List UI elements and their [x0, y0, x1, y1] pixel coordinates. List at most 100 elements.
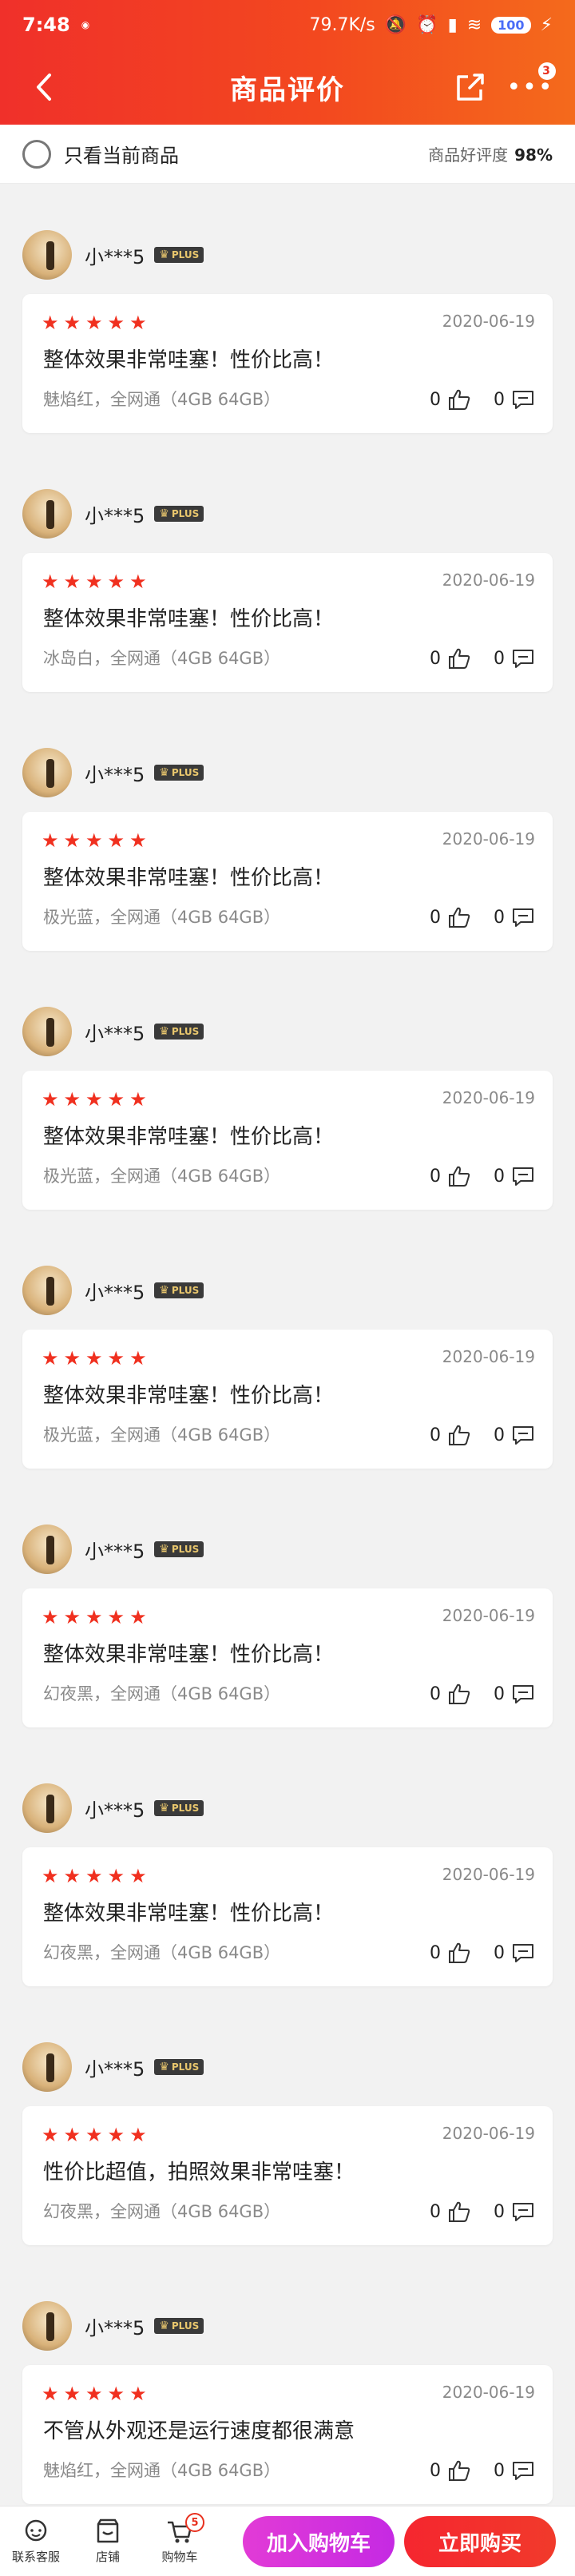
current-product-label[interactable]: 只看当前商品	[64, 140, 179, 168]
review-user: 小***5 ♛ PLUS	[22, 489, 204, 539]
review-content: 整体效果非常哇塞！性价比高！	[43, 1643, 335, 1667]
avatar[interactable]	[22, 230, 72, 280]
comment-button[interactable]: 0	[494, 2200, 535, 2223]
review-user: 小***5 ♛ PLUS	[22, 1783, 204, 1833]
star-icon: ★	[107, 2124, 125, 2146]
star-icon: ★	[129, 1865, 147, 1887]
crown-icon: ♛	[159, 248, 169, 261]
back-button[interactable]	[24, 67, 64, 107]
like-button[interactable]: 0	[430, 2459, 471, 2482]
avatar[interactable]	[22, 2301, 72, 2351]
review-card[interactable]: ★ ★ ★ ★ ★ 2020-06-19 整体效果非常哇塞！性价比高！ 魅焰红，全网通（…	[22, 294, 553, 433]
battery-icon: 100	[491, 16, 531, 34]
avatar[interactable]	[22, 1525, 72, 1574]
star-icon: ★	[63, 2124, 81, 2146]
review-actions: 0 0	[430, 1165, 535, 1187]
bottom-bar: 联系客服 店铺 购物车 5 加入购物车 立即购买	[0, 2506, 575, 2576]
like-count: 0	[430, 389, 441, 410]
username: 小***5	[85, 504, 145, 527]
star-icon: ★	[63, 1865, 81, 1887]
comment-button[interactable]: 0	[494, 647, 535, 670]
like-button[interactable]: 0	[430, 906, 471, 928]
star-icon: ★	[107, 829, 125, 852]
comment-icon	[513, 1944, 533, 1962]
thumbs-up-icon	[449, 2201, 470, 2222]
customer-service-button[interactable]: 联系客服	[0, 2518, 72, 2565]
star-icon: ★	[63, 1088, 81, 1111]
star-icon: ★	[107, 1088, 125, 1111]
comment-icon	[513, 2203, 533, 2221]
star-rating: ★ ★ ★ ★ ★	[42, 1608, 147, 1627]
comment-button[interactable]: 0	[494, 1683, 535, 1705]
star-icon: ★	[63, 1606, 81, 1628]
page-title: 商品评价	[230, 74, 345, 106]
avatar[interactable]	[22, 1266, 72, 1315]
plus-label: PLUS	[171, 1803, 200, 1814]
star-rating: ★ ★ ★ ★ ★	[42, 1090, 147, 1109]
cart-button[interactable]: 购物车 5	[144, 2513, 216, 2565]
review-user: 小***5 ♛ PLUS	[22, 2042, 204, 2092]
share-button[interactable]	[452, 69, 489, 105]
plus-label: PLUS	[171, 767, 200, 778]
comment-button[interactable]: 0	[494, 906, 535, 928]
review-item: 小***5 ♛ PLUS ★ ★ ★ ★ ★ 2020-06-19 整体效果非常哇塞！性价…	[0, 1483, 575, 1742]
review-content: 整体效果非常哇塞！性价比高！	[43, 1125, 335, 1149]
like-button[interactable]: 0	[430, 1165, 471, 1187]
avatar[interactable]	[22, 1007, 72, 1056]
star-icon: ★	[85, 1347, 103, 1369]
filter-bar: 只看当前商品 商品好评度 98%	[0, 125, 575, 184]
like-button[interactable]: 0	[430, 1424, 471, 1446]
avatar[interactable]	[22, 489, 72, 539]
review-user: 小***5 ♛ PLUS	[22, 748, 204, 797]
review-item: 小***5 ♛ PLUS ★ ★ ★ ★ ★ 2020-06-19 整体效果非常哇塞！性价…	[0, 1224, 575, 1483]
buy-now-button[interactable]: 立即购买	[404, 2516, 556, 2567]
like-button[interactable]: 0	[430, 647, 471, 670]
add-to-cart-button[interactable]: 加入购物车	[243, 2516, 395, 2567]
star-icon: ★	[129, 1606, 147, 1628]
avatar[interactable]	[22, 748, 72, 797]
like-button[interactable]: 0	[430, 388, 471, 411]
crown-icon: ♛	[159, 766, 169, 779]
charging-icon: ⚡	[540, 14, 553, 35]
star-icon: ★	[42, 1347, 59, 1369]
comment-icon	[513, 1167, 533, 1186]
review-card[interactable]: ★ ★ ★ ★ ★ 2020-06-19 不管从外观还是运行速度都很满意 魅焰红，全网通…	[22, 2365, 553, 2504]
star-icon: ★	[129, 1088, 147, 1111]
review-card[interactable]: ★ ★ ★ ★ ★ 2020-06-19 整体效果非常哇塞！性价比高！ 极光蓝，全网通（…	[22, 1330, 553, 1469]
star-icon: ★	[85, 1606, 103, 1628]
like-button[interactable]: 0	[430, 1942, 471, 1964]
star-icon: ★	[129, 312, 147, 334]
comment-button[interactable]: 0	[494, 1424, 535, 1446]
star-rating: ★ ★ ★ ★ ★	[42, 2384, 147, 2403]
review-date: 2020-06-19	[442, 1606, 535, 1625]
star-icon: ★	[63, 1347, 81, 1369]
review-date: 2020-06-19	[442, 829, 535, 849]
thumbs-up-icon	[449, 1684, 470, 1704]
review-card[interactable]: ★ ★ ★ ★ ★ 2020-06-19 整体效果非常哇塞！性价比高！ 极光蓝，全网通（…	[22, 812, 553, 951]
product-spec: 幻夜黑，全网通（4GB 64GB）	[43, 2202, 281, 2221]
comment-button[interactable]: 0	[494, 1942, 535, 1964]
like-button[interactable]: 0	[430, 2200, 471, 2223]
more-button[interactable]: ••• 3	[506, 62, 556, 107]
star-icon: ★	[42, 1088, 59, 1111]
avatar[interactable]	[22, 2042, 72, 2092]
star-rating: ★ ★ ★ ★ ★	[42, 313, 147, 332]
comment-icon	[513, 1685, 533, 1703]
review-card[interactable]: ★ ★ ★ ★ ★ 2020-06-19 整体效果非常哇塞！性价比高！ 极光蓝，全网通（…	[22, 1071, 553, 1210]
like-button[interactable]: 0	[430, 1683, 471, 1705]
review-date: 2020-06-19	[442, 2124, 535, 2143]
share-icon	[457, 74, 484, 101]
review-actions: 0 0	[430, 647, 535, 670]
avatar[interactable]	[22, 1783, 72, 1833]
like-count: 0	[430, 2201, 441, 2222]
comment-button[interactable]: 0	[494, 388, 535, 411]
current-product-radio[interactable]	[22, 139, 51, 169]
review-card[interactable]: ★ ★ ★ ★ ★ 2020-06-19 整体效果非常哇塞！性价比高！ 幻夜黑，全网通（…	[22, 1588, 553, 1727]
mute-icon: 🔕	[384, 14, 407, 35]
review-card[interactable]: ★ ★ ★ ★ ★ 2020-06-19 整体效果非常哇塞！性价比高！ 冰岛白，全网通（…	[22, 553, 553, 692]
review-card[interactable]: ★ ★ ★ ★ ★ 2020-06-19 性价比超值，拍照效果非常哇塞！ 幻夜黑，全网通…	[22, 2106, 553, 2245]
store-button[interactable]: 店铺	[72, 2518, 144, 2565]
comment-button[interactable]: 0	[494, 1165, 535, 1187]
review-card[interactable]: ★ ★ ★ ★ ★ 2020-06-19 整体效果非常哇塞！性价比高！ 幻夜黑，全网通（…	[22, 1847, 553, 1986]
comment-button[interactable]: 0	[494, 2459, 535, 2482]
